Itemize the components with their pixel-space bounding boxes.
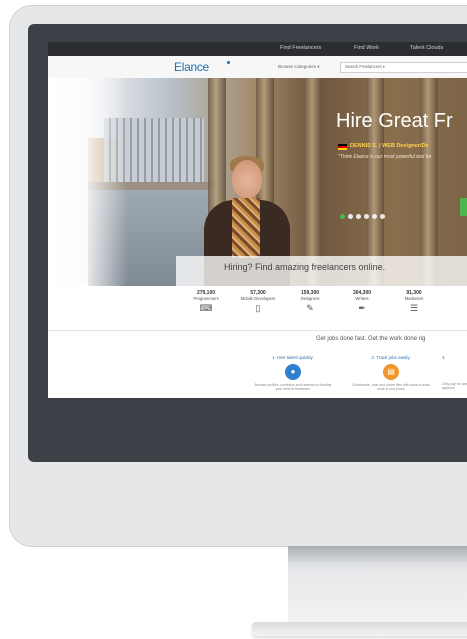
stat-label: Writers [355,296,369,301]
step-description: Only pay for work you approve [442,382,467,390]
nav-talent-clouds[interactable]: Talent Clouds [410,45,443,51]
carousel-dot[interactable] [372,214,377,219]
monitor-stand-base [252,622,467,636]
search-scope-dropdown[interactable]: Search Freelancers ▾ [345,64,385,69]
brand-bar: Elance Browse Categories ▾ Search Freela… [48,56,467,79]
stat-designers[interactable]: 159,300 Designers ✎ [282,290,338,314]
writer-icon: ✒ [358,303,366,313]
carousel-dot[interactable] [356,214,361,219]
design-icon: ✎ [306,303,314,313]
carousel-dot[interactable] [380,214,385,219]
stat-label: Designers [300,296,320,301]
step-description: Browse profiles, portfolios and reviews … [254,383,332,391]
monitor-stand-neck [288,546,467,622]
step-title: 2. Track jobs easily. [371,355,411,360]
nav-find-freelancers[interactable]: Find Freelancers [280,45,321,51]
stat-label: Programmers [193,296,219,301]
carousel-dot[interactable] [340,214,345,219]
browse-categories-dropdown[interactable]: Browse Categories ▾ [278,64,320,70]
marketing-icon: ☰ [409,303,419,313]
step-track[interactable]: 2. Track jobs easily. ▤ Collaborate, cha… [350,355,432,391]
step-hire[interactable]: 1. Hire talent quickly. ● Browse profile… [252,355,334,391]
hiring-title: Hiring? Find amazing freelancers online. [224,262,386,272]
document-icon: ▤ [383,364,399,380]
search-scope-label: Search Freelancers [345,64,382,69]
step-description: Collaborate, chat and share files with t… [351,383,431,391]
browse-categories-label: Browse Categories [278,64,317,69]
stat-programmers[interactable]: 279,100 Programmers ⌨ [178,290,234,314]
step-pay[interactable]: 3 Only pay for work you approve [442,355,467,390]
column-icon [304,78,322,286]
carousel-dot[interactable] [364,214,369,219]
carousel-dot[interactable] [348,214,353,219]
mobile-icon: ▯ [255,303,261,313]
person-icon: ● [285,364,301,380]
top-nav: Find Freelancers Find Work Talent Clouds [48,42,467,56]
search-box[interactable]: Search Freelancers ▾ [340,62,467,73]
stat-writers[interactable]: 304,300 Writers ✒ [334,290,390,314]
logo-mark-icon [227,61,230,64]
logo[interactable]: Elance [174,60,209,74]
hero-cta-button[interactable] [460,198,467,216]
monitor-screen: Find Freelancers Find Work Talent Clouds… [48,42,467,398]
code-icon: ⌨ [199,303,213,313]
stat-label: Mobile Developers [240,296,276,301]
carousel-dots [340,206,388,224]
hero-quote: "Think Elance is our most powerful tool … [338,154,432,160]
german-flag-icon [338,144,347,150]
chevron-down-icon: ▾ [382,64,385,69]
get-jobs-title: Get jobs done fast. Get the work done ri… [316,336,426,342]
nav-find-work[interactable]: Find Work [354,45,379,51]
hero-freelancer-name[interactable]: DENNIS S. | WEB Designer/De [350,143,429,149]
step-title: 1. Hire talent quickly. [272,355,314,360]
get-jobs-section: Get jobs done fast. Get the work done ri… [48,330,467,398]
chevron-down-icon: ▾ [317,64,320,69]
stat-marketers[interactable]: 91,300 Marketers ☰ [386,290,442,314]
stat-mobile-developers[interactable]: 57,300 Mobile Developers ▯ [230,290,286,314]
hero-title: Hire Great Fr [336,110,453,132]
hero-fade [48,78,128,286]
step-title: 3 [442,355,445,360]
stats-row: 279,100 Programmers ⌨ 57,300 Mobile Deve… [178,290,467,328]
stat-label: Marketers [404,296,424,301]
